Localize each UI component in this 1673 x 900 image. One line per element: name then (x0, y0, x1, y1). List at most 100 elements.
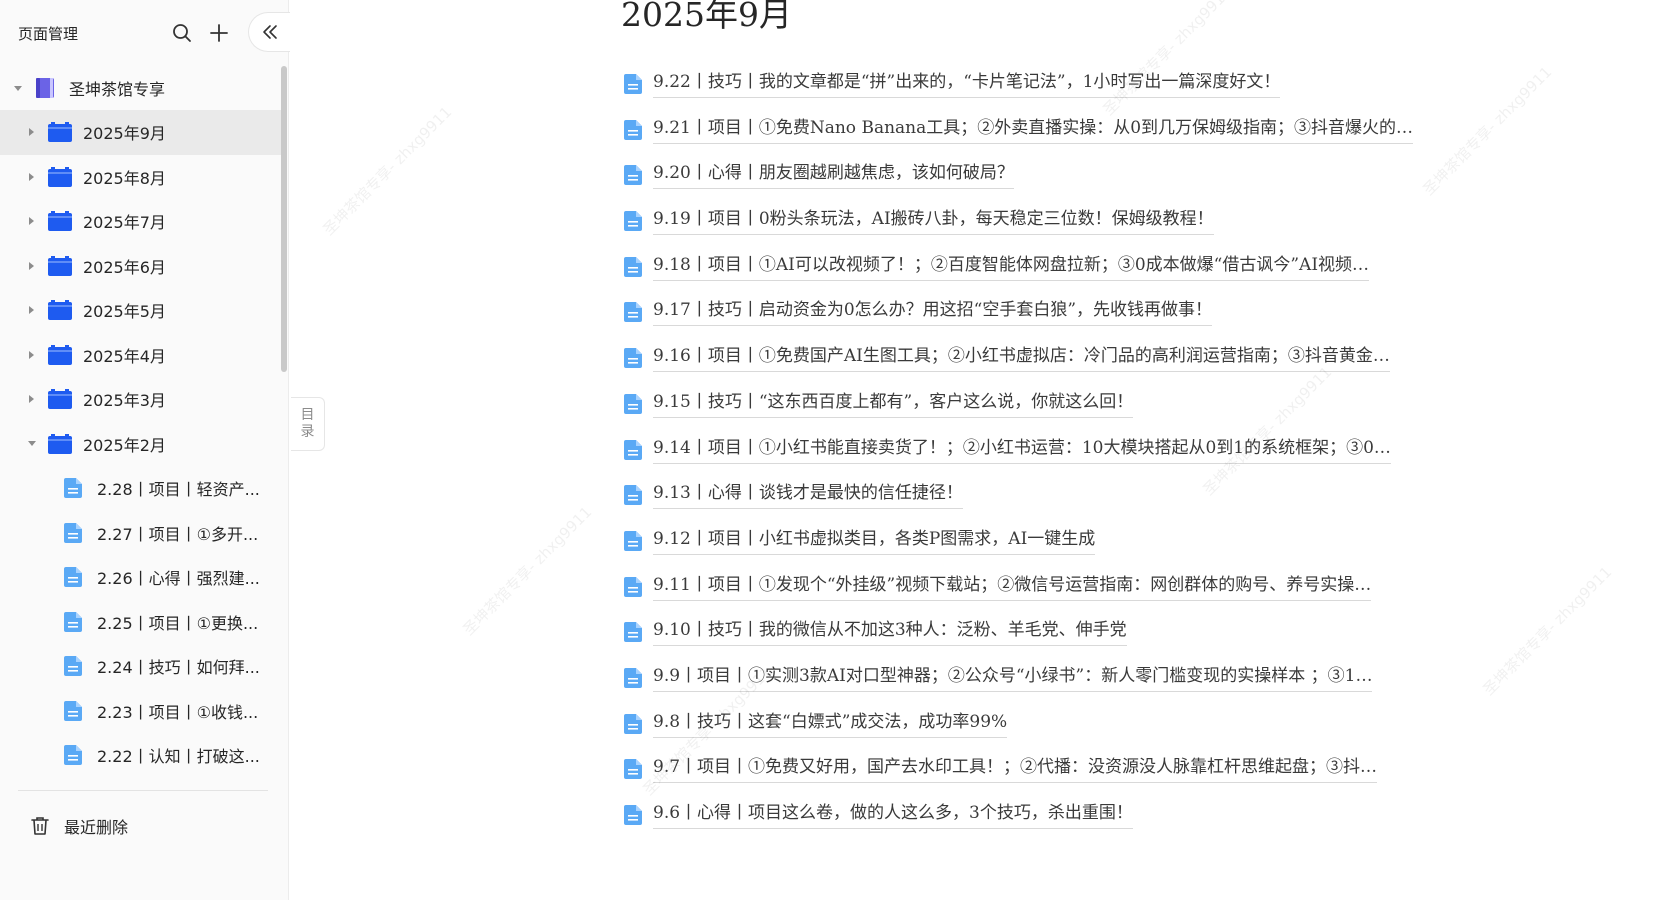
document-icon (624, 393, 642, 414)
recently-deleted-label: 最近删除 (64, 818, 129, 837)
page-item[interactable]: 2.26丨心得丨强烈建... (0, 555, 282, 600)
book-icon (36, 78, 54, 98)
add-page-button[interactable] (206, 20, 232, 46)
page-item[interactable]: 2.22丨认知丨打破这... (0, 733, 282, 778)
document-icon (624, 576, 642, 597)
page-item[interactable]: 2.23丨项目丨①收钱... (0, 689, 282, 734)
document-icon (64, 656, 82, 677)
document-link-text: 9.18丨项目丨①AI可以改视频了！；②百度智能体网盘拉新；③0成本做爆“借古讽… (653, 254, 1370, 281)
document-icon (624, 348, 642, 369)
tree-root-item[interactable]: 圣坤茶馆专享 (0, 66, 282, 110)
folder-item[interactable]: 2025年5月 (0, 288, 282, 333)
caret-down-icon[interactable] (14, 85, 22, 91)
page-item[interactable]: 2.27丨项目丨①多开... (0, 511, 282, 556)
folder-icon (48, 255, 72, 276)
document-link-text: 9.19丨项目丨0粉头条玩法，AI搬砖八卦，每天稳定三位数！保姆级教程！ (653, 208, 1214, 236)
page-item-label: 2.28丨项目丨轻资产... (97, 480, 260, 500)
document-link-text: 9.9丨项目丨①实测3款AI对口型神器；②公众号“小绿书”：新人零门槛变现的实操… (653, 665, 1373, 692)
document-link[interactable]: 9.21丨项目丨①免费Nano Banana工具；②外卖直播实操：从0到几万保姆… (624, 108, 1484, 154)
page-item-label: 2.22丨认知丨打破这... (97, 747, 260, 767)
caret-right-icon[interactable] (29, 172, 34, 181)
document-link[interactable]: 9.15丨技巧丨“这东西百度上都有”，客户这么说，你就这么回！ (624, 382, 1484, 428)
recently-deleted-item[interactable]: 最近删除 (30, 811, 128, 841)
folder-item[interactable]: 2025年3月 (0, 377, 282, 422)
document-icon (64, 522, 82, 543)
document-link-text: 9.12丨项目丨小红书虚拟类目，各类P图需求，AI一键生成 (653, 528, 1096, 555)
sidebar-title: 页面管理 (18, 25, 79, 43)
folder-icon (48, 122, 72, 143)
folder-label: 2025年2月 (83, 435, 166, 455)
caret-down-icon[interactable] (28, 441, 36, 447)
folder-label: 2025年8月 (83, 168, 166, 188)
document-link-text: 9.7丨项目丨①免费又好用，国产去水印工具！；②代播：没资源没人脉靠杠杆思维起盘… (653, 756, 1378, 784)
folder-icon (48, 344, 72, 365)
document-link[interactable]: 9.19丨项目丨0粉头条玩法，AI搬砖八卦，每天稳定三位数！保姆级教程！ (624, 199, 1484, 245)
caret-right-icon[interactable] (29, 306, 34, 315)
search-button[interactable] (169, 20, 195, 46)
collapse-sidebar-button[interactable] (248, 12, 290, 52)
folder-item[interactable]: 2025年8月 (0, 155, 282, 200)
tree-root-label: 圣坤茶馆专享 (69, 80, 166, 99)
page-item-label: 2.25丨项目丨①更换... (97, 613, 259, 633)
document-icon (624, 713, 642, 734)
toc-toggle-tab[interactable]: 目 录 (291, 397, 325, 451)
document-link[interactable]: 9.13丨心得丨谈钱才是最快的信任捷径！ (624, 473, 1484, 519)
document-icon (624, 805, 642, 825)
document-icon (624, 74, 642, 94)
document-link[interactable]: 9.9丨项目丨①实测3款AI对口型神器；②公众号“小绿书”：新人零门槛变现的实操… (624, 656, 1484, 702)
page-item-label: 2.24丨技巧丨如何拜... (97, 658, 260, 678)
document-link[interactable]: 9.22丨技巧丨我的文章都是“拼”出来的，“卡片笔记法”，1小时写出一篇深度好文… (624, 62, 1484, 108)
page-item[interactable]: 2.25丨项目丨①更换... (0, 600, 282, 645)
document-link[interactable]: 9.7丨项目丨①免费又好用，国产去水印工具！；②代播：没资源没人脉靠杠杆思维起盘… (624, 747, 1484, 793)
sidebar-scrollbar[interactable] (281, 66, 287, 372)
document-link[interactable]: 9.17丨技巧丨启动资金为0怎么办？用这招“空手套白狼”，先收钱再做事！ (624, 290, 1484, 336)
watermark-text: 圣坤茶馆专享- zhxg9911 (319, 102, 456, 239)
document-icon (64, 567, 82, 588)
plus-icon (210, 24, 228, 42)
document-icon (64, 611, 82, 632)
document-link[interactable]: 9.10丨技巧丨我的微信从不加这3种人：泛粉、羊毛党、伸手党 (624, 610, 1484, 656)
page-item-label: 2.23丨项目丨①收钱... (97, 702, 259, 722)
document-link[interactable]: 9.8丨技巧丨这套“白嫖式”成交法，成功率99% (624, 702, 1484, 748)
trash-icon (31, 817, 49, 835)
folder-item[interactable]: 2025年2月 (0, 422, 282, 467)
double-chevron-left-icon (262, 25, 277, 39)
document-link[interactable]: 9.14丨项目丨①小红书能直接卖货了！；②小红书运营：10大模块搭起从0到1的系… (624, 428, 1484, 474)
page-item[interactable]: 2.24丨技巧丨如何拜... (0, 644, 282, 689)
sidebar-header: 页面管理 (0, 0, 289, 64)
document-link[interactable]: 9.16丨项目丨①免费国产AI生图工具；②小红书虚拟店：冷门品的高利润运营指南；… (624, 336, 1484, 382)
folder-item[interactable]: 2025年7月 (0, 199, 282, 244)
document-icon (624, 622, 642, 643)
document-link[interactable]: 9.12丨项目丨小红书虚拟类目，各类P图需求，AI一键生成 (624, 519, 1484, 565)
caret-right-icon[interactable] (29, 350, 34, 359)
folder-label: 2025年6月 (83, 257, 166, 277)
document-link-text: 9.17丨技巧丨启动资金为0怎么办？用这招“空手套白狼”，先收钱再做事！ (653, 299, 1213, 327)
document-icon (624, 165, 642, 186)
page-tree: 圣坤茶馆专享 2025年9月 2025年8月 2025年7月 2025年6月 2… (0, 66, 282, 778)
document-link[interactable]: 9.18丨项目丨①AI可以改视频了！；②百度智能体网盘拉新；③0成本做爆“借古讽… (624, 245, 1484, 291)
folder-label: 2025年4月 (83, 346, 166, 366)
caret-right-icon[interactable] (29, 395, 34, 404)
document-link-text: 9.15丨技巧丨“这东西百度上都有”，客户这么说，你就这么回！ (653, 391, 1134, 418)
folder-item[interactable]: 2025年4月 (0, 333, 282, 378)
page-item-label: 2.27丨项目丨①多开... (97, 524, 259, 544)
caret-right-icon[interactable] (29, 217, 34, 226)
document-link-text: 9.14丨项目丨①小红书能直接卖货了！；②小红书运营：10大模块搭起从0到1的系… (653, 437, 1391, 464)
document-link-text: 9.16丨项目丨①免费国产AI生图工具；②小红书虚拟店：冷门品的高利润运营指南；… (653, 345, 1390, 373)
document-icon (624, 439, 642, 460)
document-icon (64, 745, 82, 766)
document-link[interactable]: 9.11丨项目丨①发现个“外挂级”视频下载站；②微信号运营指南：网创群体的购号、… (624, 565, 1484, 611)
folder-label: 2025年3月 (83, 391, 166, 411)
page-item[interactable]: 2.28丨项目丨轻资产... (0, 466, 282, 511)
document-icon (624, 667, 642, 688)
document-icon (624, 759, 642, 780)
caret-right-icon[interactable] (29, 128, 34, 137)
caret-right-icon[interactable] (29, 261, 34, 270)
document-link[interactable]: 9.20丨心得丨朋友圈越刷越焦虑，该如何破局？ (624, 153, 1484, 199)
folder-item[interactable]: 2025年9月 (0, 110, 282, 155)
toc-tab-label-2: 录 (300, 424, 315, 440)
document-link[interactable]: 9.6丨心得丨项目这么卷，做的人这么多，3个技巧，杀出重围！ (624, 793, 1484, 839)
document-link-text: 9.20丨心得丨朋友圈越刷越焦虑，该如何破局？ (653, 162, 1014, 190)
document-link-text: 9.22丨技巧丨我的文章都是“拼”出来的，“卡片笔记法”，1小时写出一篇深度好文… (653, 71, 1281, 98)
folder-item[interactable]: 2025年6月 (0, 244, 282, 289)
